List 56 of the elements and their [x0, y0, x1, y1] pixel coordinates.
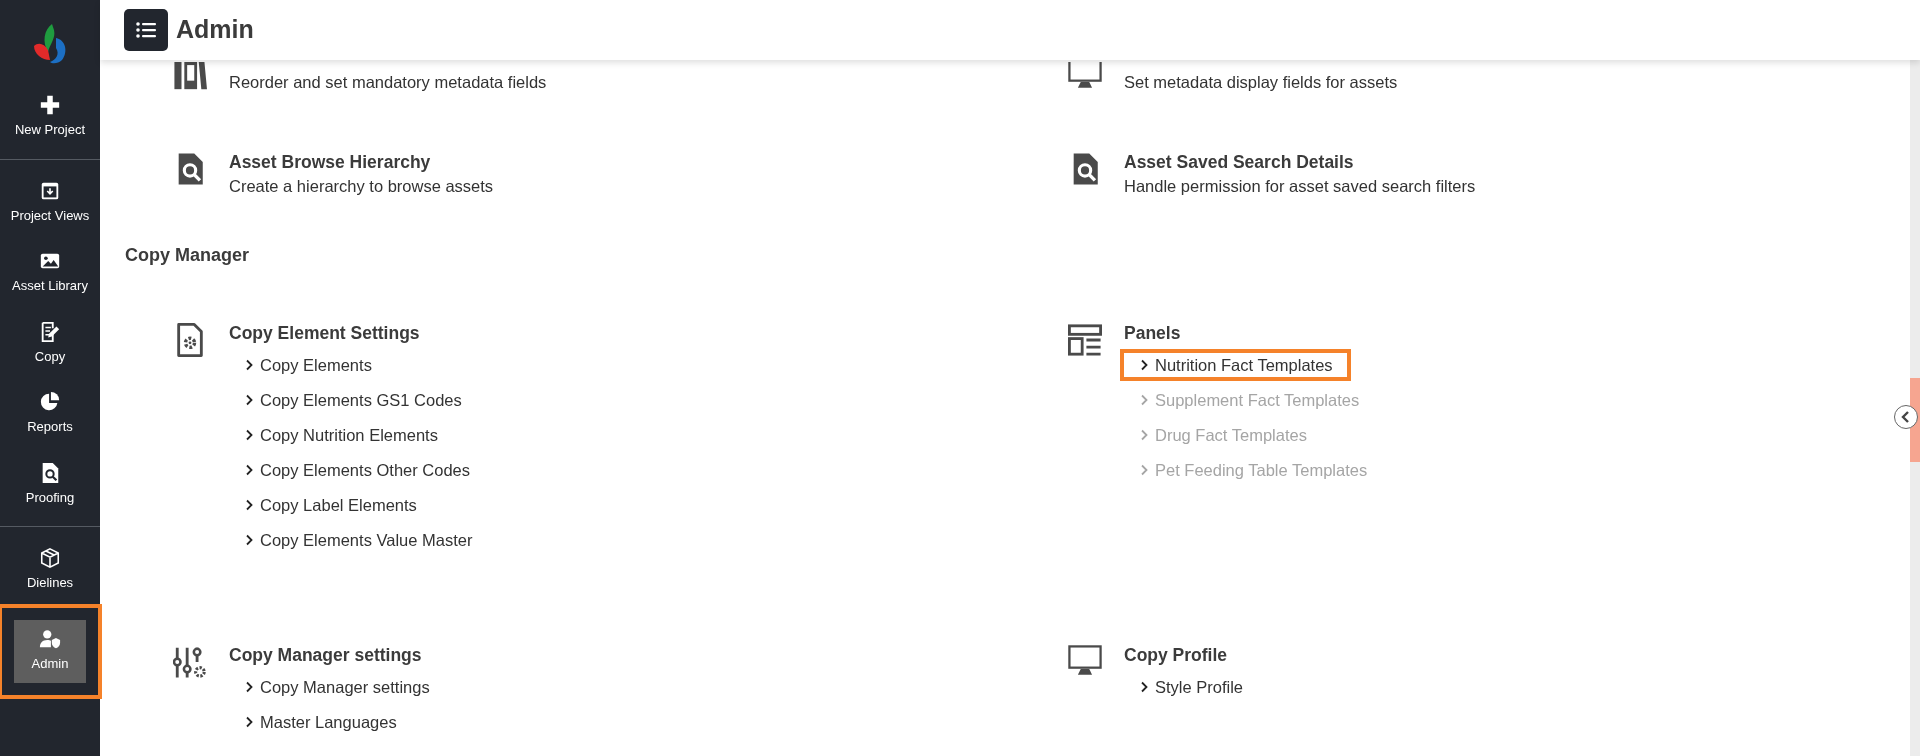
settings-link[interactable]: Copy Label Elements [229, 493, 431, 517]
settings-link[interactable]: Copy Elements GS1 Codes [229, 388, 476, 412]
chevron-right-icon [1140, 464, 1149, 476]
card-title: Copy Profile [1124, 644, 1229, 667]
settings-link[interactable]: Copy Elements Value Master [229, 528, 487, 552]
chevron-right-icon [245, 534, 254, 546]
chevron-right-icon [245, 716, 254, 728]
chevron-right-icon [245, 499, 254, 511]
menu-button[interactable] [124, 9, 168, 51]
sidebar-item[interactable]: Copy [0, 308, 100, 379]
section-heading: Copy Manager [125, 244, 251, 267]
chevron-right-icon [245, 464, 254, 476]
sidebar-item[interactable]: Reports [0, 379, 100, 450]
card-description: Handle permission for asset saved search filters [1124, 176, 1476, 197]
plus-icon [39, 94, 61, 116]
card-title: Panels [1124, 322, 1182, 345]
card-title: Copy Manager settings [229, 644, 423, 667]
sidebar-item[interactable]: Admin [0, 605, 100, 697]
sidebar-item[interactable]: Dielines [0, 535, 100, 606]
settings-link[interactable]: Copy Manager settings [229, 675, 444, 699]
books-icon [173, 62, 207, 92]
layout-icon [1068, 323, 1102, 357]
chevron-right-icon [1140, 429, 1149, 441]
settings-link[interactable]: Copy Elements [229, 353, 386, 377]
card-description: Set metadata display fields for assets [1124, 72, 1398, 93]
chevron-right-icon [1140, 394, 1149, 406]
collapse-button[interactable] [1894, 405, 1918, 429]
box-icon [39, 547, 61, 569]
chevron-left-icon [1901, 411, 1911, 423]
chevron-right-icon [245, 429, 254, 441]
menu-icon [136, 21, 156, 39]
scrollbar-track[interactable] [1910, 60, 1920, 756]
pie-chart-icon [39, 391, 61, 413]
chevron-right-icon [245, 681, 254, 693]
settings-link[interactable]: Master Languages [229, 710, 411, 734]
sidebar-item[interactable]: Project Views [0, 167, 100, 238]
page-title: Admin [176, 14, 254, 46]
card-description: Reorder and set mandatory metadata fields [229, 72, 547, 93]
card-title: Asset Saved Search Details [1124, 151, 1355, 174]
settings-link[interactable]: Nutrition Fact Templates [1124, 353, 1347, 377]
chevron-right-icon [1140, 681, 1149, 693]
sliders-icon [173, 645, 207, 679]
sidebar-item[interactable]: New Project [0, 82, 100, 153]
settings-link[interactable]: Copy Nutrition Elements [229, 423, 452, 447]
edit-document-icon [39, 320, 61, 343]
card-title: Copy Element Settings [229, 322, 421, 345]
user-shield-icon [39, 627, 61, 650]
sidebar-item[interactable]: Proofing [0, 449, 100, 520]
settings-link[interactable]: Style Profile [1124, 675, 1258, 699]
card-description: Create a hierarchy to browse assets [229, 176, 494, 197]
chevron-right-icon [245, 359, 254, 371]
card-title: Asset Browse Hierarchy [229, 151, 432, 174]
settings-link[interactable]: Copy Elements Other Codes [229, 458, 484, 482]
chevron-right-icon [245, 394, 254, 406]
sidebar-item[interactable]: Asset Library [0, 238, 100, 309]
chevron-right-icon [1140, 359, 1149, 371]
